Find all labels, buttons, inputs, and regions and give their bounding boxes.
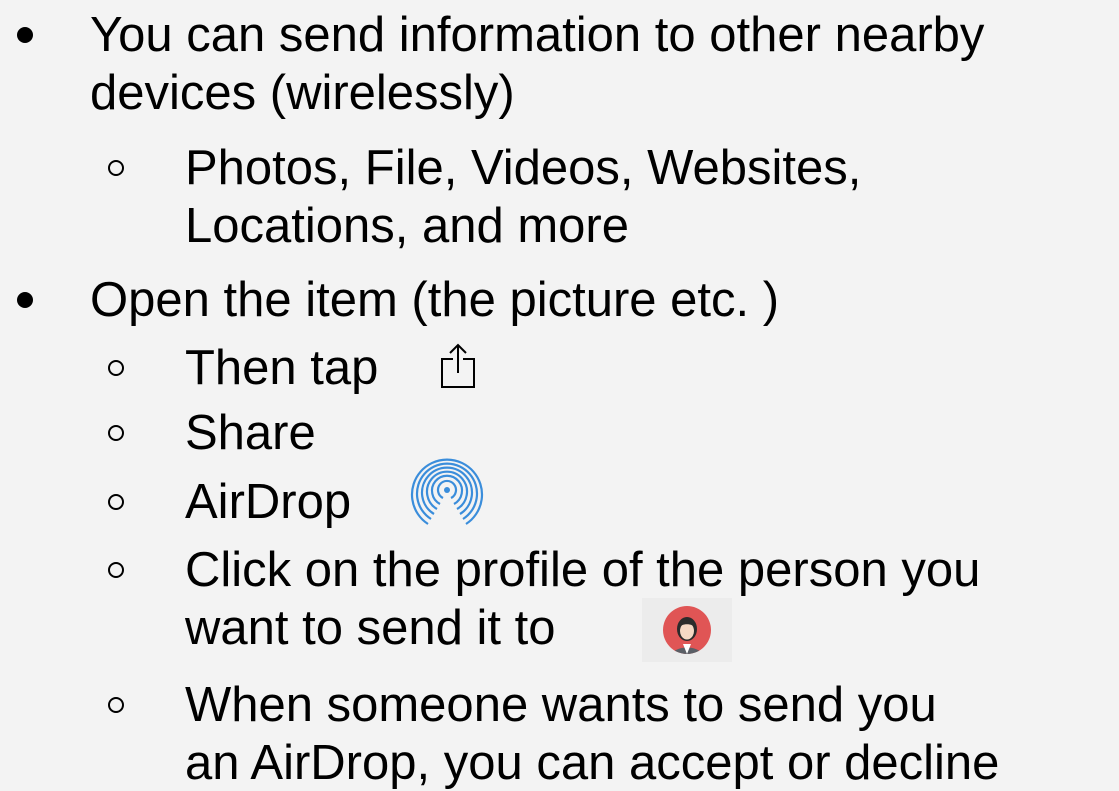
bullet-text-6-line-1: AirDrop bbox=[185, 475, 352, 529]
bullet-text-1-line-1: You can send information to other nearby bbox=[90, 8, 985, 62]
bullet-text-7-line-2: want to send it to bbox=[185, 601, 556, 655]
bullet-text-1-line-2: devices (wirelessly) bbox=[90, 66, 515, 120]
bullet-ring-6 bbox=[108, 494, 124, 510]
bullet-ring-4 bbox=[108, 360, 124, 376]
bullet-text-5-line-1: Share bbox=[185, 406, 316, 460]
bullet-text-8-line-1: When someone wants to send you bbox=[185, 678, 937, 732]
airdrop-icon bbox=[410, 458, 484, 525]
bullet-dot-1 bbox=[17, 27, 33, 43]
bullet-text-3-line-1: Open the item (the picture etc. ) bbox=[90, 273, 780, 327]
bullet-text-4-line-1: Then tap bbox=[185, 341, 379, 395]
bullet-text-2-line-1: Photos, File, Videos, Websites, bbox=[185, 141, 862, 195]
share-icon bbox=[441, 343, 475, 388]
bullet-dot-3 bbox=[17, 292, 33, 308]
bullet-ring-7 bbox=[108, 562, 124, 578]
bullet-ring-8 bbox=[108, 697, 124, 713]
bullet-ring-5 bbox=[108, 425, 124, 441]
profile-avatar-icon bbox=[642, 598, 732, 662]
bullet-text-7-line-1: Click on the profile of the person you bbox=[185, 543, 981, 597]
bullet-text-8-line-2: an AirDrop, you can accept or decline bbox=[185, 736, 1000, 790]
bullet-text-2-line-2: Locations, and more bbox=[185, 199, 629, 253]
bullet-ring-2 bbox=[108, 160, 124, 176]
